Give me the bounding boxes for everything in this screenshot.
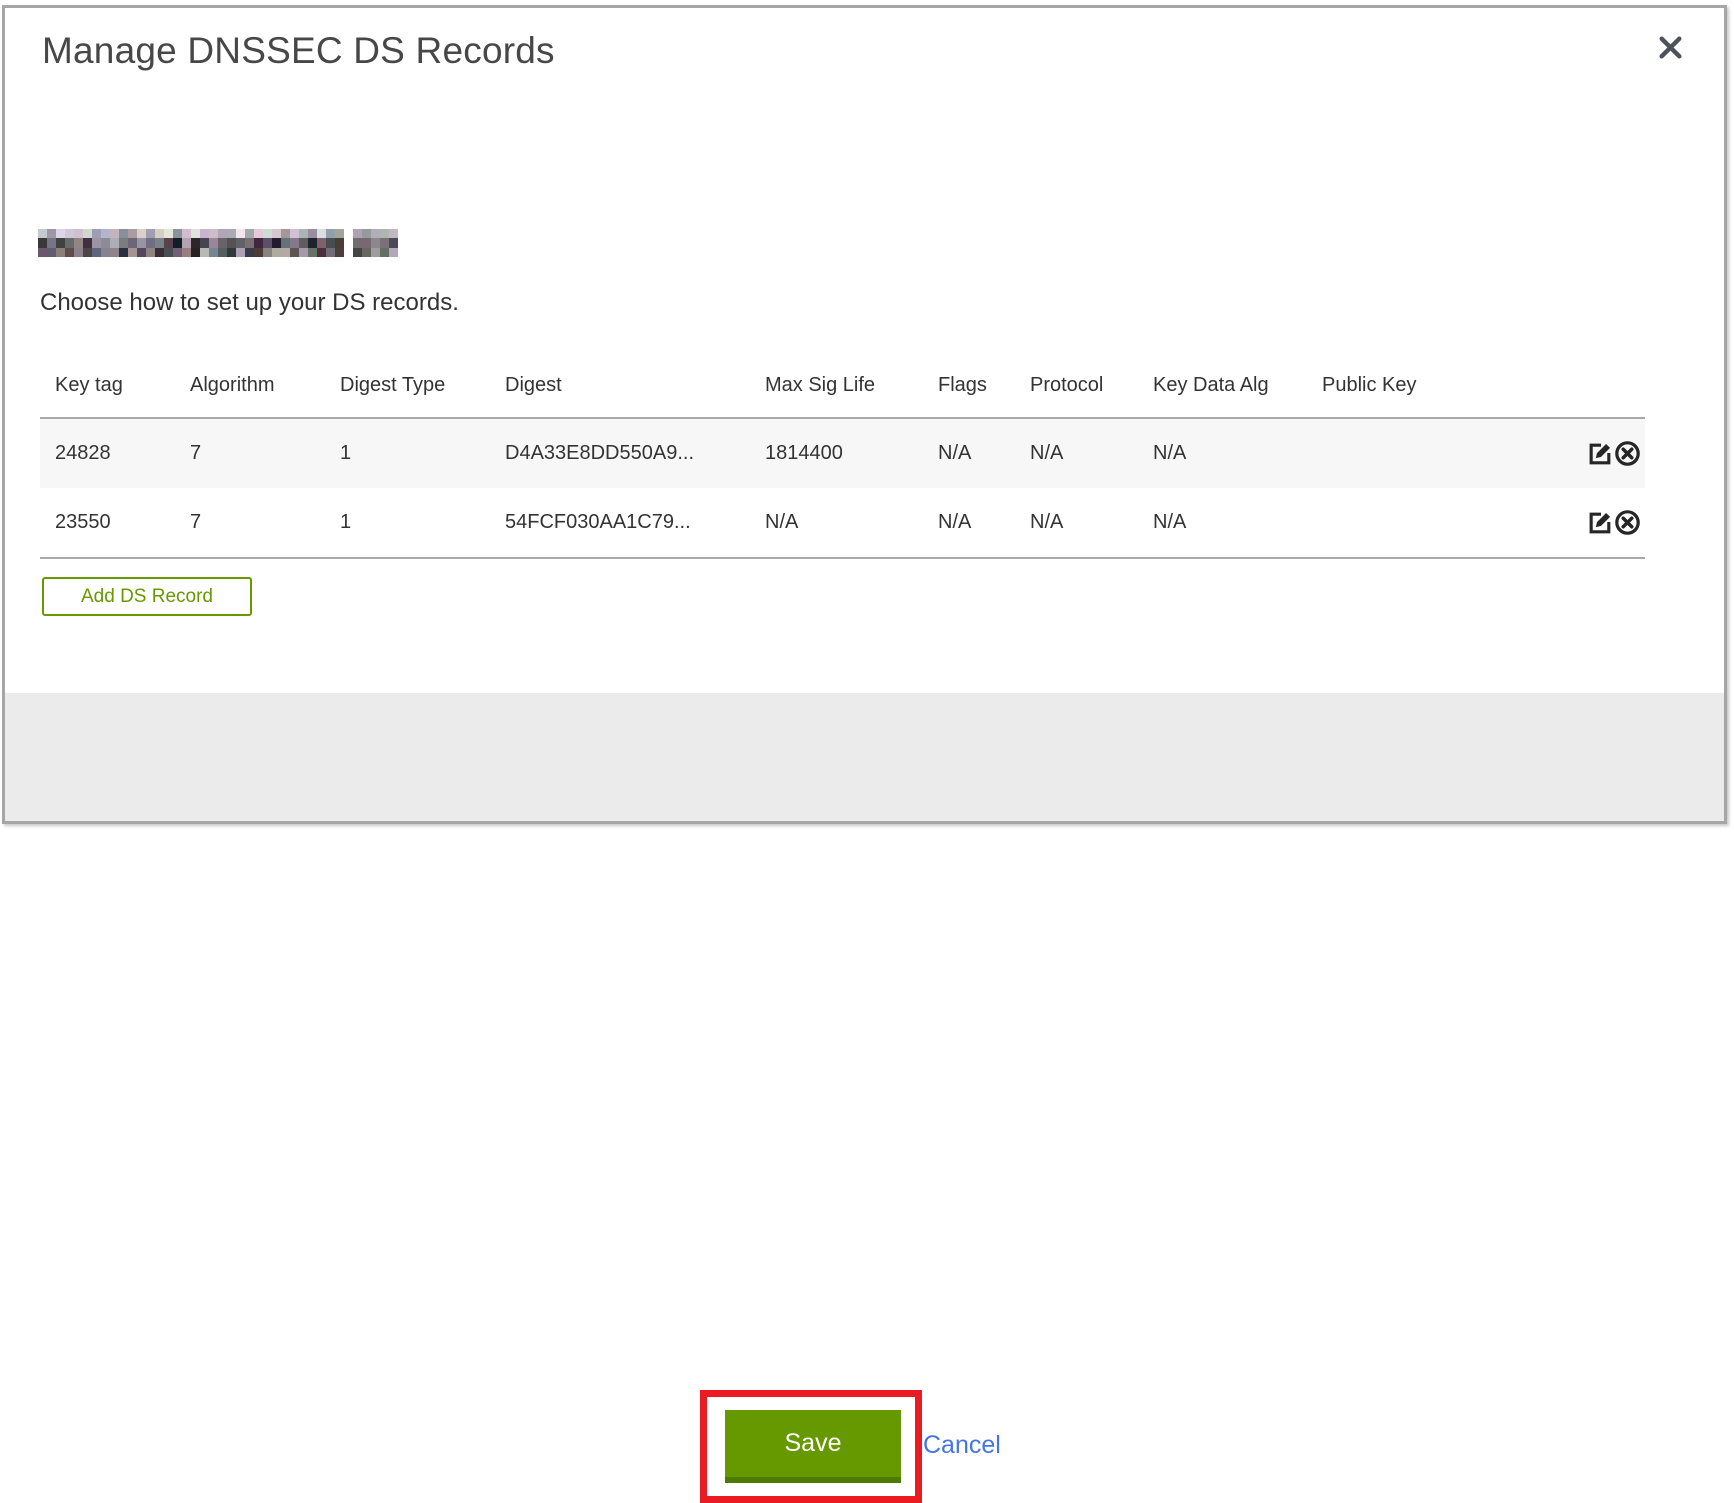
- header-key-data-alg: Key Data Alg: [1138, 340, 1307, 418]
- save-button[interactable]: Save: [725, 1410, 901, 1483]
- cell-protocol: N/A: [1015, 418, 1138, 488]
- redacted-domain-name: [38, 229, 398, 257]
- cell-digest-type: 1: [325, 418, 490, 488]
- cell-protocol: N/A: [1015, 488, 1138, 558]
- table-row: 23550 7 1 54FCF030AA1C79... N/A N/A N/A …: [40, 488, 1645, 558]
- edit-icon: [1587, 509, 1614, 536]
- edit-icon: [1587, 440, 1614, 467]
- delete-record-button[interactable]: [1614, 509, 1641, 536]
- delete-record-button[interactable]: [1614, 440, 1641, 467]
- close-button[interactable]: [1654, 33, 1686, 65]
- cell-flags: N/A: [923, 418, 1015, 488]
- instruction-text: Choose how to set up your DS records.: [40, 289, 459, 317]
- table-header-row: Key tag Algorithm Digest Type Digest Max…: [40, 340, 1645, 418]
- cell-algorithm: 7: [175, 418, 325, 488]
- cell-max-sig-life: 1814400: [750, 418, 923, 488]
- header-algorithm: Algorithm: [175, 340, 325, 418]
- cell-flags: N/A: [923, 488, 1015, 558]
- header-public-key: Public Key: [1307, 340, 1560, 418]
- row-actions: [1560, 488, 1645, 558]
- modal-footer: Save Cancel: [5, 693, 1724, 821]
- cell-public-key: [1307, 418, 1560, 488]
- cell-algorithm: 7: [175, 488, 325, 558]
- header-protocol: Protocol: [1015, 340, 1138, 418]
- cell-digest: D4A33E8DD550A9...: [490, 418, 750, 488]
- cancel-link[interactable]: Cancel: [923, 1431, 1001, 1460]
- cell-key-tag: 24828: [40, 418, 175, 488]
- header-digest-type: Digest Type: [325, 340, 490, 418]
- cell-digest-type: 1: [325, 488, 490, 558]
- delete-icon: [1614, 440, 1641, 467]
- page-title: Manage DNSSEC DS Records: [42, 30, 555, 72]
- header-flags: Flags: [923, 340, 1015, 418]
- ds-records-table: Key tag Algorithm Digest Type Digest Max…: [40, 340, 1645, 559]
- add-ds-record-button[interactable]: Add DS Record: [42, 577, 252, 616]
- close-icon: [1657, 34, 1684, 61]
- delete-icon: [1614, 509, 1641, 536]
- edit-record-button[interactable]: [1587, 440, 1614, 467]
- edit-record-button[interactable]: [1587, 509, 1614, 536]
- header-max-sig-life: Max Sig Life: [750, 340, 923, 418]
- manage-dnssec-modal: Manage DNSSEC DS Records Choose how to s…: [2, 5, 1727, 824]
- cell-public-key: [1307, 488, 1560, 558]
- cell-digest: 54FCF030AA1C79...: [490, 488, 750, 558]
- cell-max-sig-life: N/A: [750, 488, 923, 558]
- header-actions: [1560, 340, 1645, 418]
- header-key-tag: Key tag: [40, 340, 175, 418]
- cell-key-data-alg: N/A: [1138, 418, 1307, 488]
- row-actions: [1560, 418, 1645, 488]
- header-digest: Digest: [490, 340, 750, 418]
- cell-key-data-alg: N/A: [1138, 488, 1307, 558]
- cell-key-tag: 23550: [40, 488, 175, 558]
- table-row: 24828 7 1 D4A33E8DD550A9... 1814400 N/A …: [40, 418, 1645, 488]
